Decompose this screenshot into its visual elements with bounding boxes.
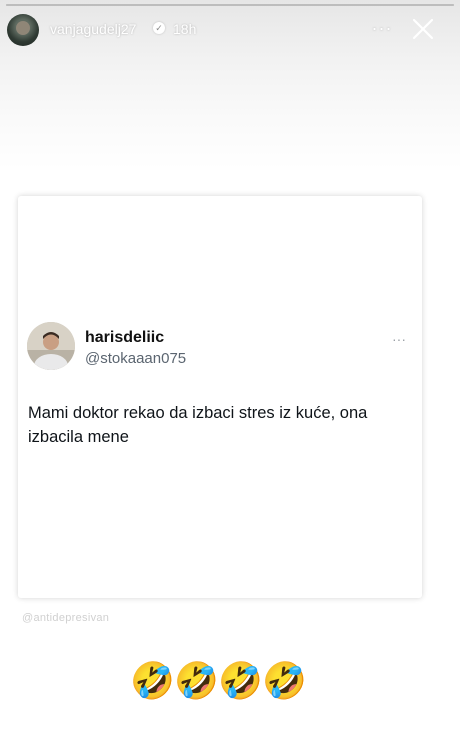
story-header: vanjagudelj27 ✓ 18h ··· (0, 10, 460, 54)
tweet-text: Mami doktor rekao da izbaci stres iz kuć… (28, 404, 368, 446)
watermark: @antidepresivan (22, 612, 110, 624)
story-user-avatar[interactable] (7, 14, 39, 46)
tweet-handle[interactable]: @stokaaan075 (85, 350, 186, 367)
verified-badge-icon: ✓ (153, 22, 165, 34)
rofl-emoji: 🤣 (262, 661, 307, 702)
emoji-reactions: 🤣 🤣 🤣 🤣 (130, 660, 307, 704)
more-options-button[interactable]: ··· (370, 16, 394, 40)
story-progress-fill (6, 4, 454, 6)
rofl-emoji: 🤣 (130, 661, 175, 702)
close-button[interactable] (409, 15, 437, 43)
rofl-emoji: 🤣 (218, 661, 263, 702)
story-progress-bar (6, 4, 454, 6)
story-username[interactable]: vanjagudelj27 (50, 21, 136, 37)
tweet-card[interactable]: harisdeliic @stokaaan075 ··· Mami doktor… (18, 196, 422, 598)
more-icon: ··· (371, 18, 393, 38)
tweet-more-icon[interactable]: ··· (392, 331, 406, 347)
rofl-emoji: 🤣 (174, 661, 219, 702)
close-icon (412, 18, 434, 40)
tweet-display-name[interactable]: harisdeliic (85, 329, 164, 347)
story-timestamp: 18h (173, 21, 197, 37)
tweet-author-avatar (27, 322, 75, 370)
